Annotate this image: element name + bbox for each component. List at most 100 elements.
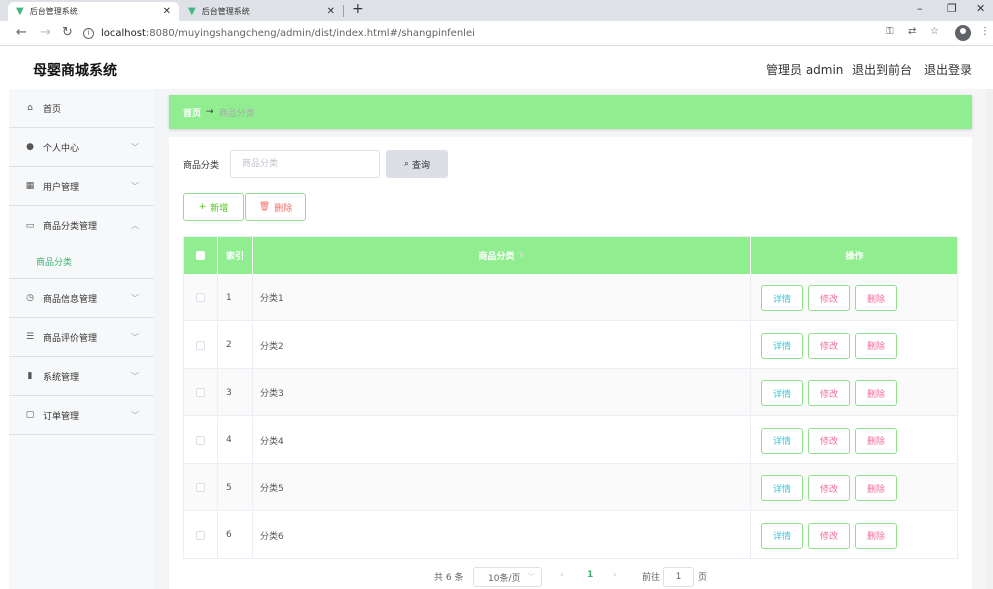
window-close-icon[interactable]: ✕ [976, 2, 985, 15]
sidebar-item-order-management[interactable]: ▢ 订单管理 ﹀ [9, 396, 154, 435]
row-delete-button[interactable]: 删除 [855, 427, 897, 454]
row-checkbox[interactable] [195, 388, 205, 397]
row-checkbox[interactable] [195, 435, 205, 445]
clock-icon: ◷ [26, 293, 34, 303]
sidebar-item-label: 商品评价管理 [43, 333, 98, 344]
sidebar-item-product-review[interactable]: ☰ 商品评价管理 ﹀ [9, 318, 154, 357]
query-button-label: 查询 [412, 160, 431, 171]
tab-close-icon[interactable]: ✕ [163, 6, 171, 17]
row-category-name: 分类6 [253, 511, 751, 559]
app-header: 母婴商城系统 管理员 admin 退出到前台 退出登录 [0, 47, 993, 89]
add-button-label: 新增 [210, 203, 229, 214]
key-icon[interactable]: ⚿ [886, 26, 894, 37]
table-row: 6 分类6 详情 修改 删除 [183, 511, 958, 559]
plus-icon: + [198, 202, 207, 212]
row-checkbox[interactable] [195, 293, 205, 302]
sliders-icon: ☰ [25, 332, 35, 342]
tab-close-icon[interactable]: ✕ [327, 6, 335, 17]
row-checkbox[interactable] [195, 483, 205, 492]
browser-tab-active[interactable]: ▼ 后台管理系统 ✕ [8, 2, 179, 21]
row-edit-button[interactable]: 修改 [808, 427, 850, 454]
page-number-current[interactable]: 1 [587, 570, 593, 580]
row-delete-button[interactable]: 删除 [855, 380, 897, 406]
row-edit-button[interactable]: 修改 [808, 475, 850, 501]
goto-page-input[interactable]: 1 [663, 567, 694, 587]
row-detail-button[interactable]: 详情 [761, 475, 803, 501]
header-category[interactable]: 商品分类 ⇅ [253, 236, 751, 274]
restore-icon[interactable]: ❐ [947, 2, 957, 15]
row-delete-button[interactable]: 删除 [855, 285, 897, 311]
breadcrumb-home[interactable]: 首页 [183, 106, 201, 119]
sidebar-item-user-management[interactable]: ▦ 用户管理 ﹀ [9, 167, 154, 206]
batch-delete-button[interactable]: 🗑 删除 [245, 193, 306, 221]
query-button[interactable]: ⌕ 查询 [386, 150, 448, 178]
translate-icon[interactable]: ⇄ [908, 26, 916, 37]
chart-icon: ▮ [27, 371, 33, 381]
vue-logo-icon: ▼ [16, 6, 24, 17]
sidebar-item-product-info[interactable]: ◷ 商品信息管理 ﹀ [9, 279, 154, 318]
sort-icon[interactable]: ⇅ [519, 251, 525, 259]
sidebar-item-label: 商品信息管理 [43, 294, 98, 305]
reload-icon[interactable]: ↻ [62, 25, 73, 40]
page-suffix: 页 [698, 573, 708, 583]
tab-title: 后台管理系统 [29, 7, 78, 16]
sidebar-item-personal-center[interactable]: ● 个人中心 ﹀ [9, 128, 154, 167]
chevron-down-icon: ﹀ [131, 181, 139, 191]
row-select-cell [183, 416, 218, 464]
bookmark-star-icon[interactable]: ☆ [930, 26, 939, 37]
table-row: 4 分类4 详情 修改 删除 [183, 416, 958, 464]
row-edit-button[interactable]: 修改 [808, 285, 850, 311]
menu-kebab-icon[interactable]: ⋮ [980, 26, 990, 37]
category-search-input[interactable] [230, 150, 380, 178]
trash-icon: 🗑 [258, 202, 271, 212]
back-icon[interactable]: ← [16, 25, 27, 40]
minimize-icon[interactable]: – [917, 2, 923, 15]
row-edit-button[interactable]: 修改 [808, 332, 850, 359]
row-index: 6 [218, 511, 253, 559]
row-detail-button[interactable]: 详情 [761, 427, 803, 454]
address-bar[interactable]: i localhost:8080/muyingshangcheng/admin/… [83, 24, 883, 43]
next-page-icon[interactable]: › [613, 570, 617, 580]
row-detail-button[interactable]: 详情 [761, 332, 803, 359]
sidebar-item-label: 首页 [43, 104, 62, 115]
row-detail-button[interactable]: 详情 [761, 380, 803, 406]
forward-icon[interactable]: → [40, 25, 51, 40]
row-category-name: 分类1 [253, 274, 751, 321]
tab-title: 后台管理系统 [201, 7, 250, 16]
row-detail-button[interactable]: 详情 [761, 522, 803, 549]
sidebar-item-category-management[interactable]: ▭ 商品分类管理 ︿ [9, 206, 154, 245]
current-user: 管理员 admin [766, 63, 844, 77]
row-delete-button[interactable]: 删除 [855, 332, 897, 359]
profile-avatar-icon[interactable] [955, 25, 971, 41]
header-actions: 操作 [845, 251, 864, 262]
info-icon[interactable]: i [83, 28, 94, 39]
row-edit-button[interactable]: 修改 [808, 380, 850, 406]
row-delete-button[interactable]: 删除 [855, 475, 897, 501]
sidebar-subitem-category[interactable]: 商品分类 [9, 245, 154, 279]
row-checkbox[interactable] [195, 340, 205, 350]
url-host: localhost [101, 28, 146, 39]
page-scrollbar[interactable] [985, 89, 993, 589]
add-button[interactable]: + 新增 [183, 193, 244, 221]
row-select-cell [183, 321, 218, 369]
search-icon: ⌕ [403, 159, 410, 169]
breadcrumb: 首页 → 商品分类 [169, 95, 972, 129]
new-tab-button[interactable]: + [352, 1, 364, 17]
row-delete-button[interactable]: 删除 [855, 522, 897, 549]
select-all-checkbox[interactable] [195, 250, 205, 260]
exit-to-front-link[interactable]: 退出到前台 [852, 61, 912, 78]
table-row: 3 分类3 详情 修改 删除 [183, 369, 958, 416]
sidebar-item-system-management[interactable]: ▮ 系统管理 ﹀ [9, 357, 154, 396]
sidebar-item-label: 订单管理 [43, 411, 80, 422]
row-checkbox[interactable] [195, 530, 205, 540]
arrow-right-icon: → [206, 107, 214, 117]
header-select-cell [183, 236, 218, 274]
logout-link[interactable]: 退出登录 [924, 61, 972, 78]
browser-tab[interactable]: ▼ 后台管理系统 ✕ [180, 2, 343, 21]
page-size-select[interactable]: 10条/页 ﹀ [473, 567, 542, 587]
grid-icon: ▦ [25, 181, 35, 191]
prev-page-icon[interactable]: ‹ [560, 570, 564, 580]
row-detail-button[interactable]: 详情 [761, 285, 803, 311]
sidebar-item-home[interactable]: ⌂ 首页 [9, 89, 154, 128]
row-edit-button[interactable]: 修改 [808, 522, 850, 549]
